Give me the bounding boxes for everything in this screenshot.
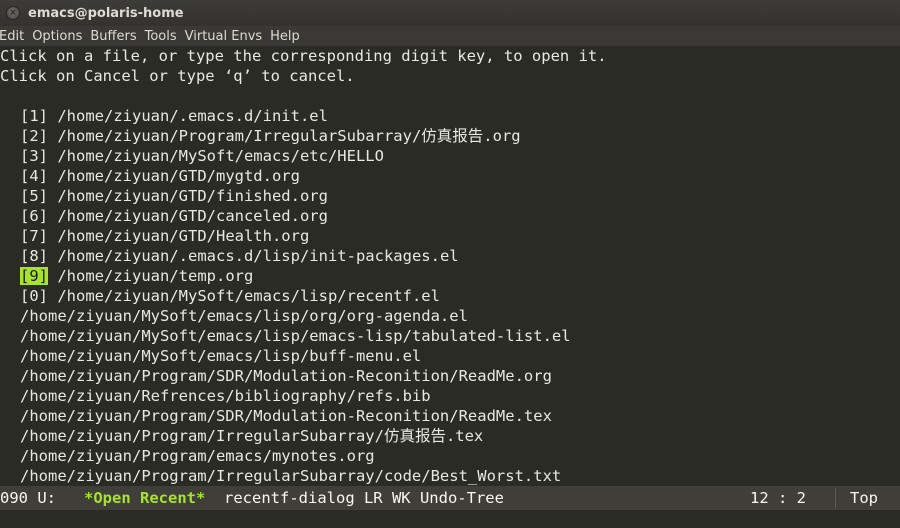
menu-tools[interactable]: Tools [145, 29, 177, 44]
recent-file-item[interactable]: [4] /home/ziyuan/GTD/mygtd.org [0, 166, 300, 186]
instruction-line-2: Click on Cancel or type ‘q’ to cancel. [0, 67, 355, 85]
recent-file-item[interactable]: /home/ziyuan/Program/SDR/Modulation-Reco… [0, 406, 552, 426]
recent-file-item[interactable]: /home/ziyuan/MySoft/emacs/lisp/emacs-lis… [0, 326, 571, 346]
recent-file-item-selected[interactable]: [9] /home/ziyuan/temp.org [0, 266, 253, 286]
menu-help[interactable]: Help [270, 29, 300, 44]
file-path-link[interactable]: /home/ziyuan/GTD/Health.org [57, 227, 309, 245]
instruction-line-1: Click on a file, or type the correspondi… [0, 47, 607, 65]
file-path-link[interactable]: /home/ziyuan/Program/IrregularSubarray/仿… [20, 427, 483, 445]
file-path-link[interactable]: /home/ziyuan/GTD/mygtd.org [57, 167, 300, 185]
file-path-link[interactable]: /home/ziyuan/.emacs.d/lisp/init-packages… [57, 247, 458, 265]
file-path-link[interactable]: /home/ziyuan/MySoft/emacs/lisp/recentf.e… [57, 287, 440, 305]
recent-file-item[interactable]: [1] /home/ziyuan/.emacs.d/init.el [0, 106, 328, 126]
digit-key-label[interactable]: [5] [20, 187, 48, 205]
recent-file-item[interactable]: /home/ziyuan/MySoft/emacs/lisp/org/org-a… [0, 306, 468, 326]
close-icon[interactable]: × [6, 6, 20, 20]
digit-key-label-cursor[interactable]: [9] [20, 267, 48, 285]
modeline-line-column: 12 : 2 [750, 489, 807, 507]
modeline-modes[interactable]: recentf-dialog LR WK Undo-Tree [224, 489, 504, 507]
digit-key-label[interactable]: [6] [20, 207, 48, 225]
file-path-link[interactable]: /home/ziyuan/GTD/canceled.org [57, 207, 328, 225]
file-path-link[interactable]: /home/ziyuan/temp.org [57, 267, 253, 285]
recentf-buffer[interactable]: Click on a file, or type the correspondi… [0, 46, 900, 486]
recent-file-item[interactable]: [8] /home/ziyuan/.emacs.d/lisp/init-pack… [0, 246, 459, 266]
file-path-link[interactable]: /home/ziyuan/Program/SDR/Modulation-Reco… [20, 407, 552, 425]
file-path-link[interactable]: /home/ziyuan/MySoft/emacs/lisp/buff-menu… [20, 347, 421, 365]
file-path-link[interactable]: /home/ziyuan/Program/IrregularSubarray/c… [20, 467, 561, 485]
recent-file-item[interactable]: [7] /home/ziyuan/GTD/Health.org [0, 226, 309, 246]
recent-file-item[interactable]: /home/ziyuan/Program/emacs/mynotes.org [0, 446, 375, 466]
file-path-link[interactable]: /home/ziyuan/.emacs.d/init.el [57, 107, 328, 125]
digit-key-label[interactable]: [4] [20, 167, 48, 185]
file-path-link[interactable]: /home/ziyuan/Program/IrregularSubarray/仿… [57, 127, 520, 145]
file-path-link[interactable]: /home/ziyuan/MySoft/emacs/lisp/emacs-lis… [20, 327, 571, 345]
digit-key-label[interactable]: [0] [20, 287, 48, 305]
file-path-link[interactable]: /home/ziyuan/Refrences/bibliography/refs… [20, 387, 431, 405]
digit-key-label[interactable]: [3] [20, 147, 48, 165]
modeline-buffer-name[interactable]: *Open Recent* [84, 489, 205, 507]
modeline-position: Top [850, 489, 878, 507]
file-path-link[interactable]: /home/ziyuan/Program/SDR/Modulation-Reco… [20, 367, 552, 385]
menu-edit[interactable]: Edit [0, 29, 24, 44]
digit-key-label[interactable]: [8] [20, 247, 48, 265]
menu-virtual-envs[interactable]: Virtual Envs [185, 29, 263, 44]
recent-file-item[interactable]: /home/ziyuan/Program/IrregularSubarray/c… [0, 466, 561, 486]
file-path-link[interactable]: /home/ziyuan/MySoft/emacs/lisp/org/org-a… [20, 307, 468, 325]
recent-file-item[interactable]: [5] /home/ziyuan/GTD/finished.org [0, 186, 328, 206]
recent-file-item[interactable]: [0] /home/ziyuan/MySoft/emacs/lisp/recen… [0, 286, 440, 306]
recent-file-item[interactable]: /home/ziyuan/MySoft/emacs/lisp/buff-menu… [0, 346, 421, 366]
recent-file-item[interactable]: /home/ziyuan/Program/IrregularSubarray/仿… [0, 426, 483, 446]
minibuffer[interactable] [0, 510, 900, 528]
recent-file-item[interactable]: /home/ziyuan/Program/SDR/Modulation-Reco… [0, 366, 552, 386]
mode-line: 090 U: *Open Recent* recentf-dialog LR W… [0, 486, 900, 510]
title-bar: × emacs@polaris-home [0, 0, 900, 26]
digit-key-label[interactable]: [7] [20, 227, 48, 245]
modeline-column: 2 [796, 489, 807, 507]
window-title: emacs@polaris-home [28, 5, 184, 21]
digit-key-label[interactable]: [2] [20, 127, 48, 145]
menu-options[interactable]: Options [32, 29, 82, 44]
file-path-link[interactable]: /home/ziyuan/MySoft/emacs/etc/HELLO [57, 147, 384, 165]
recent-file-item[interactable]: /home/ziyuan/Refrences/bibliography/refs… [0, 386, 431, 406]
menu-buffers[interactable]: Buffers [90, 29, 136, 44]
digit-key-label[interactable]: [1] [20, 107, 48, 125]
modeline-status: 090 U: [0, 489, 56, 507]
file-path-link[interactable]: /home/ziyuan/GTD/finished.org [57, 187, 328, 205]
modeline-line: 12 [750, 489, 769, 507]
recent-file-item[interactable]: [3] /home/ziyuan/MySoft/emacs/etc/HELLO [0, 146, 384, 166]
file-path-link[interactable]: /home/ziyuan/Program/emacs/mynotes.org [20, 447, 375, 465]
recent-file-item[interactable]: [6] /home/ziyuan/GTD/canceled.org [0, 206, 328, 226]
modeline-divider [835, 488, 836, 508]
menu-bar: Edit Options Buffers Tools Virtual Envs … [0, 26, 900, 46]
recent-file-item[interactable]: [2] /home/ziyuan/Program/IrregularSubarr… [0, 126, 521, 146]
